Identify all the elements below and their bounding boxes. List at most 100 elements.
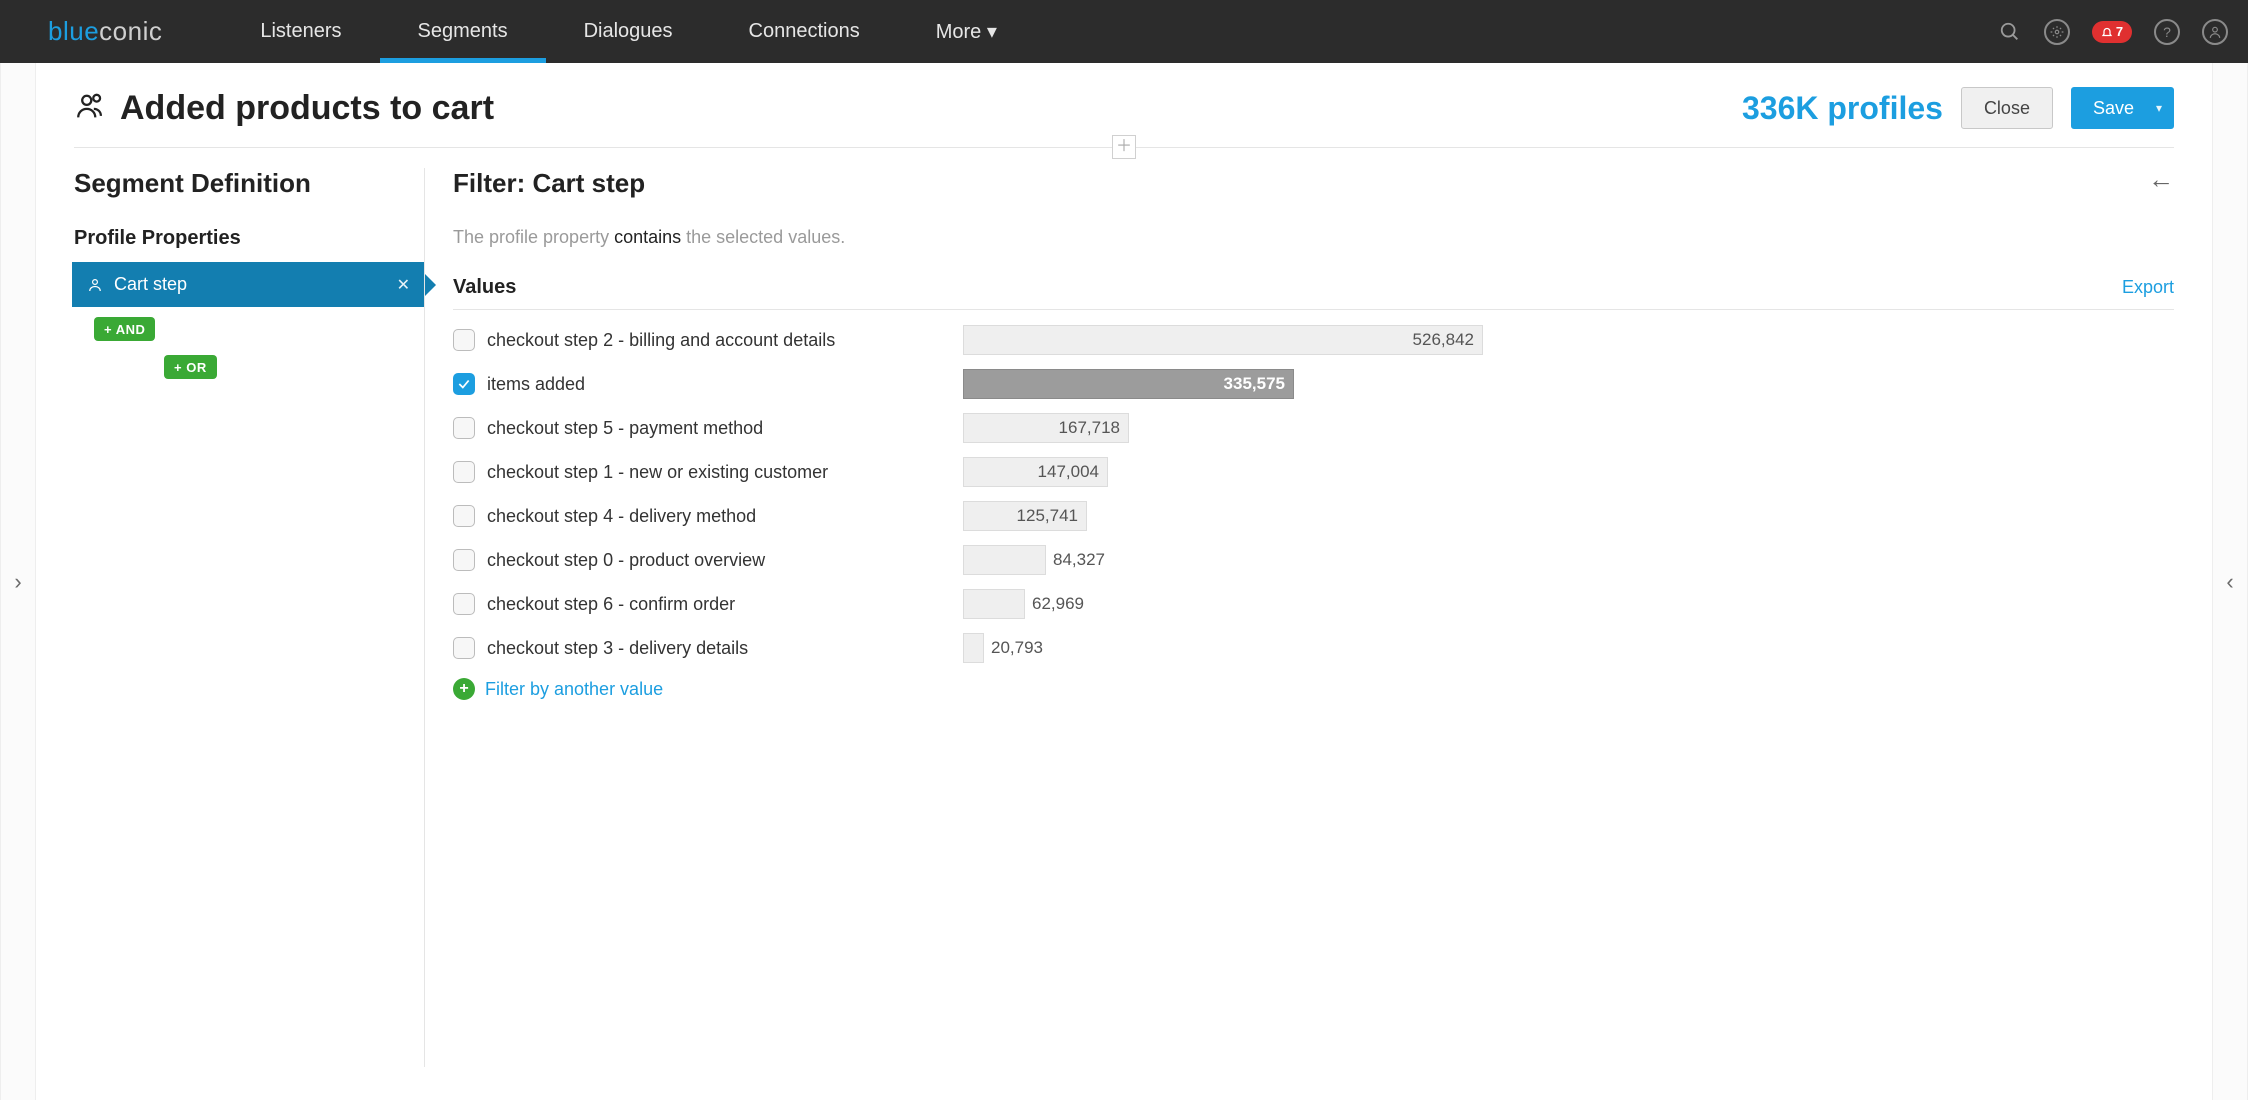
nav-right-icons: 7 ?: [1998, 19, 2228, 45]
filter-description: The profile property contains the select…: [453, 227, 2174, 248]
value-bar[interactable]: 20,793: [963, 633, 984, 663]
value-count: 147,004: [1038, 462, 1099, 482]
value-bar-area: 62,969: [963, 589, 1483, 619]
value-count: 62,969: [1032, 594, 1084, 614]
nav-tab-more-[interactable]: More ▾: [898, 0, 1035, 63]
values-heading: Values: [453, 276, 516, 299]
value-bar-area: 125,741: [963, 501, 1483, 531]
panel-expand-left[interactable]: ›: [0, 63, 36, 1100]
value-left: checkout step 4 - delivery method: [453, 505, 963, 527]
value-bar-area: 84,327: [963, 545, 1483, 575]
value-row: items added 335,575: [453, 368, 2174, 400]
value-checkbox[interactable]: [453, 461, 475, 483]
values-header: Values Export: [453, 276, 2174, 310]
value-row: checkout step 0 - product overview 84,327: [453, 544, 2174, 576]
chevron-left-icon: ‹: [2226, 569, 2233, 595]
value-row: checkout step 6 - confirm order 62,969: [453, 588, 2174, 620]
value-row: checkout step 3 - delivery details 20,793: [453, 632, 2174, 664]
save-button[interactable]: Save: [2071, 87, 2174, 129]
segment-title: Added products to cart: [120, 89, 494, 128]
value-left: checkout step 0 - product overview: [453, 549, 963, 571]
value-checkbox[interactable]: [453, 329, 475, 351]
person-icon: [86, 276, 104, 294]
value-row: checkout step 1 - new or existing custom…: [453, 456, 2174, 488]
value-count: 84,327: [1053, 550, 1105, 570]
value-bar[interactable]: 84,327: [963, 545, 1046, 575]
profiles-count[interactable]: 336K profiles: [1742, 90, 1943, 127]
value-count: 167,718: [1059, 418, 1120, 438]
value-bar[interactable]: 335,575: [963, 369, 1294, 399]
value-checkbox[interactable]: [453, 373, 475, 395]
notification-pill[interactable]: 7: [2092, 21, 2132, 43]
nav-tab-connections[interactable]: Connections: [711, 0, 898, 63]
close-button[interactable]: Close: [1961, 87, 2053, 129]
value-row: checkout step 4 - delivery method 125,741: [453, 500, 2174, 532]
value-label: checkout step 1 - new or existing custom…: [487, 462, 828, 483]
value-list: checkout step 2 - billing and account de…: [453, 324, 2174, 700]
value-label: checkout step 5 - payment method: [487, 418, 763, 439]
value-bar-area: 335,575: [963, 369, 1483, 399]
help-icon[interactable]: ?: [2154, 19, 2180, 45]
add-or-condition[interactable]: + OR: [164, 355, 217, 379]
brand-part-blue: blue: [48, 16, 99, 47]
profile-properties-heading: Profile Properties: [74, 227, 404, 250]
nav-tab-dialogues[interactable]: Dialogues: [546, 0, 711, 63]
filter-desc-pre: The profile property: [453, 227, 614, 247]
value-bar-area: 147,004: [963, 457, 1483, 487]
value-bar[interactable]: 167,718: [963, 413, 1129, 443]
value-left: checkout step 5 - payment method: [453, 417, 963, 439]
value-row: checkout step 5 - payment method 167,718: [453, 412, 2174, 444]
export-link[interactable]: Export: [2122, 277, 2174, 298]
value-checkbox[interactable]: [453, 417, 475, 439]
columns: Segment Definition Profile Properties Ca…: [74, 168, 2174, 1067]
value-checkbox[interactable]: [453, 637, 475, 659]
nav-tab-segments[interactable]: Segments: [380, 0, 546, 63]
add-and-condition[interactable]: + AND: [94, 317, 155, 341]
back-arrow-icon[interactable]: ←: [2148, 164, 2174, 195]
nav-tabs: ListenersSegmentsDialoguesConnectionsMor…: [222, 0, 1035, 63]
value-bar[interactable]: 526,842: [963, 325, 1483, 355]
value-bar[interactable]: 62,969: [963, 589, 1025, 619]
filter-by-another-value[interactable]: + Filter by another value: [453, 678, 2174, 700]
content-area: Added products to cart 336K profiles Clo…: [36, 63, 2212, 1100]
value-left: checkout step 3 - delivery details: [453, 637, 963, 659]
value-label: checkout step 0 - product overview: [487, 550, 765, 571]
plus-circle-icon: +: [453, 678, 475, 700]
search-icon[interactable]: [1998, 20, 2022, 44]
filter-another-label: Filter by another value: [485, 679, 663, 700]
value-bar-area: 526,842: [963, 325, 1483, 355]
value-checkbox[interactable]: [453, 593, 475, 615]
add-panel-button[interactable]: ＋: [1112, 135, 1136, 159]
value-left: items added: [453, 373, 963, 395]
value-label: checkout step 3 - delivery details: [487, 638, 748, 659]
filter-desc-post: the selected values.: [681, 227, 845, 247]
value-checkbox[interactable]: [453, 505, 475, 527]
user-icon[interactable]: [2202, 19, 2228, 45]
value-bar-area: 20,793: [963, 633, 1483, 663]
nav-tab-listeners[interactable]: Listeners: [222, 0, 379, 63]
filter-desc-contains[interactable]: contains: [614, 227, 681, 247]
chevron-right-icon: ›: [14, 569, 21, 595]
value-count: 335,575: [1224, 374, 1285, 394]
value-bar[interactable]: 147,004: [963, 457, 1108, 487]
value-left: checkout step 1 - new or existing custom…: [453, 461, 963, 483]
value-label: checkout step 6 - confirm order: [487, 594, 735, 615]
filter-heading: Filter: Cart step: [453, 168, 2174, 199]
gear-icon[interactable]: [2044, 19, 2070, 45]
panel-expand-right[interactable]: ‹: [2212, 63, 2248, 1100]
value-count: 20,793: [991, 638, 1043, 658]
brand-logo: blueconic: [48, 16, 162, 47]
value-bar[interactable]: 125,741: [963, 501, 1087, 531]
property-chip-cart-step[interactable]: Cart step ✕: [72, 262, 424, 307]
value-checkbox[interactable]: [453, 549, 475, 571]
notification-count: 7: [2116, 24, 2123, 39]
value-bar-area: 167,718: [963, 413, 1483, 443]
segment-definition-panel: Segment Definition Profile Properties Ca…: [74, 168, 424, 1067]
page-wrap: › ‹ Added products to cart 336K profiles…: [0, 63, 2248, 1100]
segment-header: Added products to cart 336K profiles Clo…: [74, 87, 2174, 148]
value-label: items added: [487, 374, 585, 395]
value-count: 125,741: [1017, 506, 1078, 526]
property-chip-label: Cart step: [114, 274, 187, 295]
property-chip-remove-icon[interactable]: ✕: [397, 275, 410, 295]
brand-part-conic: conic: [99, 16, 162, 47]
